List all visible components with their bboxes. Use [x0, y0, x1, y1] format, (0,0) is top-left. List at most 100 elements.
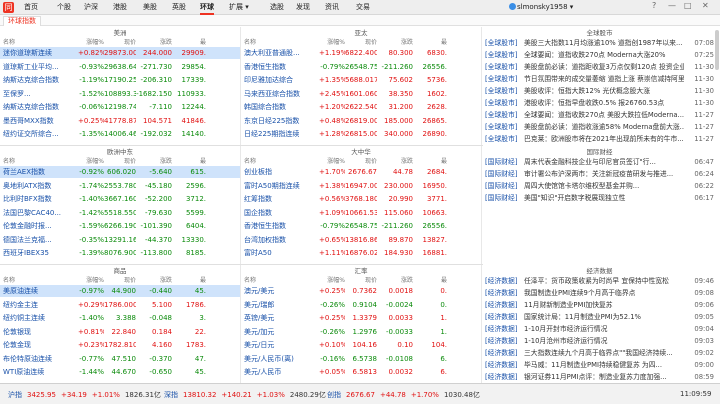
news-item[interactable]: [全球股市] 美股盘前必读：道指收涨逾58% Moderna盘前大涨... 11-2…: [483, 121, 716, 133]
nav-item-1[interactable]: 个股: [57, 2, 71, 12]
news-headline[interactable]: 美股盘前必读：道指收涨逾58% Moderna盘前大涨...: [524, 121, 684, 133]
column-header[interactable]: 涨幅%: [78, 37, 104, 46]
nav-item-11[interactable]: 资讯: [325, 2, 339, 12]
news-item[interactable]: [全球股市] 全球要闻：道指收跌270点 Moderna大涨20% 07:25: [483, 49, 716, 61]
column-header[interactable]: 涨跌: [377, 156, 413, 165]
quote-row[interactable]: 西班牙IBEX35 -1.39% 8076.900 -113.800 8185.: [0, 247, 240, 259]
news-item[interactable]: [经济数据] 1-10月沧州市经济运行情况 09:03: [483, 335, 716, 347]
news-item[interactable]: [经济数据] 毕马威：11月制造业PMI持续稳健复苏 为四... 09:00: [483, 359, 716, 371]
index-ticker-2[interactable]: 创指 2676.67 +44.78 +1.70% 1030.48亿: [327, 390, 485, 400]
news-item[interactable]: [国际财经] 审计署公布沪深两市：关注新冠疫苗研发与推进... 06:24: [483, 168, 716, 180]
news-headline[interactable]: 美股收评：恒指大跌12% 光伏概念股大涨: [524, 85, 684, 97]
quote-row[interactable]: 东京日经225指数 +0.48%26819.000 185.000 26865.: [241, 115, 481, 127]
nav-item-2[interactable]: 沪深: [84, 2, 98, 12]
quote-row[interactable]: 纳斯达克综合指数 -1.19%17190.250 -206.310 17339.: [0, 74, 240, 86]
column-header[interactable]: 名称: [3, 156, 79, 165]
news-headline[interactable]: 审计署公布沪深两市：关注新冠疫苗研发与推进...: [524, 168, 684, 180]
quote-row[interactable]: 马来西亚综合指数 +2.45% 1601.060 38.350 1602.: [241, 88, 481, 100]
column-header[interactable]: 涨跌: [136, 275, 172, 284]
column-header[interactable]: 涨幅%: [319, 156, 345, 165]
news-headline[interactable]: 美国"知识"开启数字税展现独立性: [524, 192, 684, 204]
column-header[interactable]: 名称: [244, 37, 320, 46]
news-item[interactable]: [经济数据] 银河证券11月PMI点评：制造业复苏力度加强... 08:59: [483, 371, 716, 383]
news-item[interactable]: [经济数据] 11月财新制造业PMI加快复苏 09:06: [483, 299, 716, 311]
quote-row[interactable]: WTI原油连续 -1.44% 44.670 -0.650 45.: [0, 366, 240, 378]
nav-item-9[interactable]: 选股: [270, 2, 284, 12]
news-item[interactable]: [全球股市] 节日氛围带来的成交量萎缩 道指上涨 蔡崇信减持阿里股票... 11-3…: [483, 73, 716, 85]
news-headline[interactable]: 银河证券11月PMI点评：制造业复苏力度加强...: [524, 371, 684, 383]
nav-item-5[interactable]: 英股: [172, 2, 186, 12]
column-header[interactable]: 涨幅%: [78, 275, 104, 284]
quote-row[interactable]: 道琼斯工业平均... -0.93%29638.640 -271.730 29854.: [0, 61, 240, 73]
column-header[interactable]: 涨跌: [377, 37, 413, 46]
news-headline[interactable]: 任泽平：货币政策收紧为时尚早 宜保持中性宽松: [524, 275, 684, 287]
news-headline[interactable]: 周四大使馆馆卡塔尔维权型基金并购...: [524, 180, 684, 192]
quote-row[interactable]: 香港恒生指数 -0.79%26548.750 -211.260 26556.: [241, 61, 481, 73]
tab-global-index[interactable]: 环球指数: [3, 16, 41, 26]
close-button[interactable]: ✕: [702, 1, 709, 10]
column-header[interactable]: 涨跌: [377, 275, 413, 284]
quote-row[interactable]: 美元/人民币(离) -0.16% 6.5738 -0.0108 6.: [241, 353, 481, 365]
news-headline[interactable]: 1-10月开封市经济运行情况: [524, 323, 684, 335]
quote-row[interactable]: 迷你道琼斯连续 +0.82%29873.000 244.000 29909.: [0, 47, 240, 59]
quote-row[interactable]: 英镑/美元 +0.25% 1.3379 0.0033 1.: [241, 312, 481, 324]
quote-row[interactable]: 台湾加权指数 +0.65%13816.860 89.870 13827.: [241, 234, 481, 246]
quote-row[interactable]: 红筹指数 +0.56% 3768.180 20.990 3771.: [241, 193, 481, 205]
news-headline[interactable]: 节日氛围带来的成交量萎缩 道指上涨 蔡崇信减持阿里股票...: [524, 73, 684, 85]
news-item[interactable]: [全球股市] 美股收评：恒指大跌12% 光伏概念股大涨 11-30: [483, 85, 716, 97]
column-header[interactable]: 名称: [244, 156, 320, 165]
news-headline[interactable]: 全球要闻：道指收跌270点 美股大跌拉低Moderna...: [524, 109, 684, 121]
quote-row[interactable]: 伦敦银现 +0.81% 22.840 0.184 22.: [0, 326, 240, 338]
maximize-button[interactable]: □: [684, 1, 692, 10]
quote-row[interactable]: 香港恒生指数 -0.79%26548.750 -211.260 26556.: [241, 220, 481, 232]
quote-row[interactable]: 澳大利亚普通股... +1.19% 6822.400 80.300 6830.: [241, 47, 481, 59]
news-item[interactable]: [全球股市] 全球要闻：道指收跌270点 美股大跌拉低Moderna... 11-2…: [483, 109, 716, 121]
nav-item-6[interactable]: 环球: [200, 2, 214, 15]
news-item[interactable]: [经济数据] 任泽平：货币政策收紧为时尚早 宜保持中性宽松 09:46: [483, 275, 716, 287]
column-header[interactable]: 名称: [244, 275, 320, 284]
quote-row[interactable]: 纳斯达克综合指数 -0.06%12198.740 -7.110 12244.: [0, 101, 240, 113]
news-item[interactable]: [经济数据] 三大指数连续九个月高于临界点""我国经济持续... 09:02: [483, 347, 716, 359]
quote-row[interactable]: 纽约金主连 +0.29% 1786.000 5.100 1786.: [0, 299, 240, 311]
nav-item-4[interactable]: 美股: [143, 2, 157, 12]
news-item[interactable]: [国际财经] 美国"知识"开启数字税展现独立性 06:17: [483, 192, 716, 204]
quote-row[interactable]: 墨西哥MXX指数 +0.25%41778.871 104.571 41846.: [0, 115, 240, 127]
news-headline[interactable]: 11月财新制造业PMI加快复苏: [524, 299, 684, 311]
quote-row[interactable]: 日经225期指连续 +1.28%26815.000 340.000 26890.: [241, 128, 481, 140]
quote-row[interactable]: 德国法兰克福... -0.35%13291.160 -44.370 13330.: [0, 234, 240, 246]
news-scrollbar[interactable]: [715, 30, 719, 70]
column-header[interactable]: 最: [172, 275, 206, 284]
quote-row[interactable]: 美元/瑞郎 -0.26% 0.9104 -0.0024 0.: [241, 299, 481, 311]
minimize-button[interactable]: —: [668, 1, 676, 10]
quote-row[interactable]: 比利时BFX指数 -1.40% 3667.160 -52.200 3712.: [0, 193, 240, 205]
news-headline[interactable]: 全球要闻：道指收跌270点 Moderna大涨20%: [524, 49, 684, 61]
quote-row[interactable]: 美元/日元 +0.10% 104.16 0.10 104.: [241, 339, 481, 351]
user-account-label[interactable]: slmonsky1958 ▾: [517, 3, 573, 11]
column-header[interactable]: 名称: [3, 37, 79, 46]
quote-row[interactable]: 富时A50期指连续 +1.38%16947.000 230.000 16950.: [241, 180, 481, 192]
news-item[interactable]: [全球股市] 巴克莱：欧洲股市将在2021年出现前所未有的牛市... 11-27: [483, 133, 716, 145]
column-header[interactable]: 最: [172, 37, 206, 46]
news-headline[interactable]: 1-10月沧州市经济运行情况: [524, 335, 684, 347]
news-headline[interactable]: 巴克莱：欧洲股市将在2021年出现前所未有的牛市...: [524, 133, 684, 145]
quote-row[interactable]: 印尼雅加达综合 +1.35% 5688.017 75.602 5736.: [241, 74, 481, 86]
news-item[interactable]: [全球股市] 港股收评：恒指早盘收跌0.5% 报26760.53点 11-30: [483, 97, 716, 109]
news-item[interactable]: [全球股市] 美股三大指数11月均涨逾10% 道指创1987年以来... 07:08: [483, 37, 716, 49]
news-headline[interactable]: 三大指数连续九个月高于临界点""我国经济持续...: [524, 347, 684, 359]
quote-row[interactable]: 纽约证交所综合... -1.35%14006.464 -192.032 14140.: [0, 128, 240, 140]
column-header[interactable]: 最: [413, 37, 447, 46]
column-header[interactable]: 涨跌: [136, 37, 172, 46]
quote-row[interactable]: 至保罗... -1.52%108893.320-1682.150 110933.: [0, 88, 240, 100]
quote-row[interactable]: 美元/人民币 +0.05% 6.5813 0.0032 6.: [241, 366, 481, 378]
column-header[interactable]: 涨幅%: [319, 275, 345, 284]
quote-row[interactable]: 国企指数 +1.09%10661.530 115.060 10663.: [241, 207, 481, 219]
quote-row[interactable]: 伦敦金现 +0.23% 1782.810 4.160 1783.: [0, 339, 240, 351]
column-header[interactable]: 涨跌: [136, 156, 172, 165]
news-item[interactable]: [国际财经] 周四大使馆馆卡塔尔维权型基金并购... 06:22: [483, 180, 716, 192]
column-header[interactable]: 名称: [3, 275, 79, 284]
news-headline[interactable]: 国家统计局：11月制造业PMI为52.1%: [524, 311, 684, 323]
news-headline[interactable]: 美股盘前必读：道指距收复3万点仅剩120点 投资企业M...: [524, 61, 684, 73]
column-header[interactable]: 最: [413, 156, 447, 165]
index-ticker-0[interactable]: 沪指 3425.95 +34.19 +1.01% 1826.31亿: [8, 390, 166, 400]
news-headline[interactable]: 港股收评：恒指早盘收跌0.5% 报26760.53点: [524, 97, 684, 109]
